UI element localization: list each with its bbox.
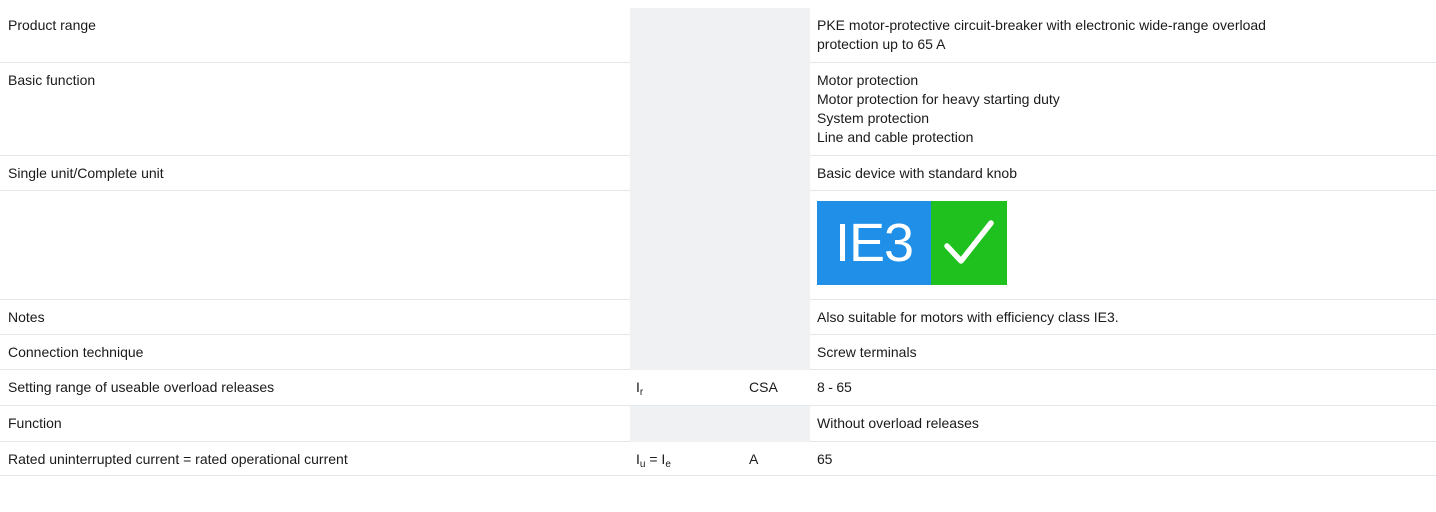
table-row: Connection technique Screw terminals xyxy=(0,334,1436,370)
row-value: Screw terminals xyxy=(810,334,1436,370)
row-unit: A xyxy=(743,441,810,476)
checkmark-icon xyxy=(931,201,1007,285)
value-line: Basic device with standard knob xyxy=(817,165,1017,181)
row-value: Also suitable for motors with efficiency… xyxy=(810,299,1436,335)
value-line: PKE motor-protective circuit-breaker wit… xyxy=(817,17,1266,33)
table-row: Rated uninterrupted current = rated oper… xyxy=(0,441,1436,476)
row-symbol xyxy=(630,334,743,370)
row-unit xyxy=(743,62,810,156)
row-value: 65 xyxy=(810,441,1436,476)
ie3-badge: IE3 xyxy=(817,201,1007,285)
row-unit xyxy=(743,299,810,335)
row-unit xyxy=(743,155,810,191)
value-line: 8 - 65 xyxy=(817,379,852,395)
symbol-sub: e xyxy=(665,459,671,470)
row-unit xyxy=(743,190,810,300)
row-value: Basic device with standard knob xyxy=(810,155,1436,191)
table-row: Setting range of useable overload releas… xyxy=(0,369,1436,406)
value-line: 65 xyxy=(817,451,833,467)
row-symbol xyxy=(630,405,743,442)
table-row: Basic function Motor protection Motor pr… xyxy=(0,62,1436,156)
row-symbol xyxy=(630,190,743,300)
value-line: Motor protection for heavy starting duty xyxy=(817,91,1060,107)
symbol-sub: r xyxy=(639,387,644,398)
table-row: Single unit/Complete unit Basic device w… xyxy=(0,155,1436,191)
row-unit xyxy=(743,8,810,63)
row-label: Connection technique xyxy=(0,334,630,370)
row-value: 8 - 65 xyxy=(810,369,1436,406)
row-label: Product range xyxy=(0,8,630,63)
row-value: Without overload releases xyxy=(810,405,1436,442)
table-row: IE3 xyxy=(0,190,1436,300)
table-row: Product range PKE motor-protective circu… xyxy=(0,8,1436,63)
row-label: Basic function xyxy=(0,62,630,156)
row-value: Motor protection Motor protection for he… xyxy=(810,62,1436,156)
row-label: Single unit/Complete unit xyxy=(0,155,630,191)
row-label: Function xyxy=(0,405,630,442)
value-line: Line and cable protection xyxy=(817,129,974,145)
row-unit: CSA xyxy=(743,369,810,406)
spec-page: Product range PKE motor-protective circu… xyxy=(0,0,1436,512)
spec-table: Product range PKE motor-protective circu… xyxy=(0,8,1436,476)
value-line: Also suitable for motors with efficiency… xyxy=(817,309,1119,325)
symbol-equals: = xyxy=(645,451,662,467)
row-symbol xyxy=(630,155,743,191)
row-symbol: Iu = Ie xyxy=(630,441,743,476)
row-value: PKE motor-protective circuit-breaker wit… xyxy=(810,8,1436,63)
value-line: System protection xyxy=(817,110,930,126)
row-symbol: Ir xyxy=(630,369,743,406)
value-line: Without overload releases xyxy=(817,415,979,431)
value-line: protection up to 65 A xyxy=(817,36,946,52)
value-line: Screw terminals xyxy=(817,344,917,360)
row-unit xyxy=(743,334,810,370)
value-line: Motor protection xyxy=(817,72,919,88)
row-label: Setting range of useable overload releas… xyxy=(0,369,630,406)
row-label: Rated uninterrupted current = rated oper… xyxy=(0,441,630,476)
row-value: IE3 xyxy=(810,190,1436,300)
row-label xyxy=(0,190,630,300)
row-symbol xyxy=(630,8,743,63)
ie3-badge-text: IE3 xyxy=(817,201,931,285)
row-symbol xyxy=(630,299,743,335)
table-row: Notes Also suitable for motors with effi… xyxy=(0,299,1436,335)
row-symbol xyxy=(630,62,743,156)
table-row: Function Without overload releases xyxy=(0,405,1436,442)
row-label: Notes xyxy=(0,299,630,335)
row-unit xyxy=(743,405,810,442)
